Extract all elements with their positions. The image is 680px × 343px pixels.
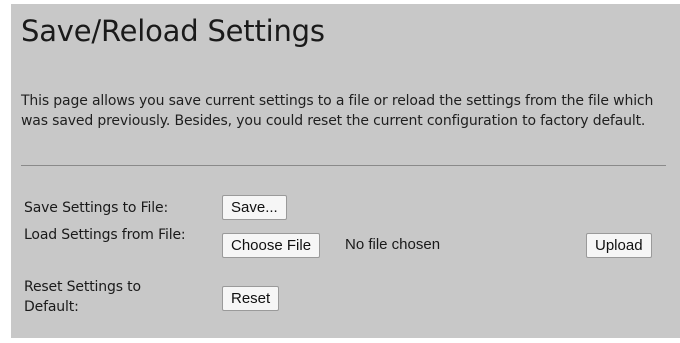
page-description: This page allows you save current settin… — [21, 93, 654, 129]
load-settings-label: Load Settings from File: — [24, 227, 186, 243]
choose-file-button[interactable]: Choose File — [222, 233, 321, 258]
divider — [21, 165, 666, 166]
page-title: Save/Reload Settings — [21, 14, 325, 48]
reset-button[interactable]: Reset — [222, 286, 280, 311]
reset-settings-label: Reset Settings to Default: — [24, 279, 141, 315]
upload-button[interactable]: Upload — [586, 233, 652, 258]
save-settings-label: Save Settings to File: — [24, 200, 169, 216]
save-button[interactable]: Save... — [222, 195, 287, 220]
file-status-text: No file chosen — [345, 236, 441, 253]
